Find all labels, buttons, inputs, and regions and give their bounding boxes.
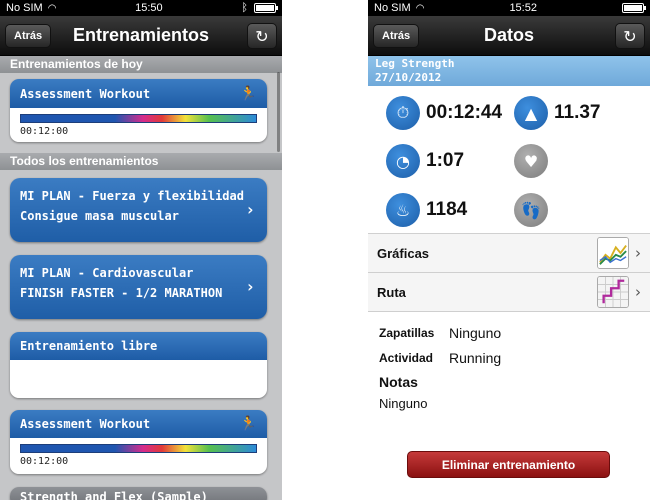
chevron-right-icon: › [635,244,641,262]
battery-icon [254,3,278,13]
wifi-icon: ◠ [47,2,57,14]
clock: 15:50 [135,2,163,14]
page-title: Entrenamientos [72,25,210,45]
metric-steps: 👣 [514,193,548,227]
free-workout-card[interactable]: Entrenamiento libre [10,332,267,398]
heart-icon: ♥ [514,144,548,178]
refresh-icon: ↻ [623,26,637,46]
scrollbar[interactable] [277,72,280,152]
refresh-icon: ↻ [255,26,269,46]
intensity-bar [20,444,257,453]
calories-value: 1184 [426,199,468,220]
details-section: Zapatillas Ninguno Actividad Running Not… [368,312,650,419]
workout-title: Assessment Workout [20,417,151,431]
carrier-label: No SIM [374,2,411,14]
graphs-row[interactable]: Gráficas › [368,234,650,273]
chevron-right-icon: › [245,277,255,296]
road-icon: ▲ [514,96,548,130]
pace-value: 1:07 [426,150,465,171]
metric-time: ⏱ 00:12:44 [386,96,502,130]
metric-pace: ◔ 1:07 [386,144,464,178]
assessment-workout-card[interactable]: Assessment Workout 🏃 00:12:00 [10,410,267,474]
distance-value: 11.37 [554,102,601,123]
plan-subtitle: FINISH FASTER - 1/2 MARATHON [20,286,223,300]
time-value: 00:12:44 [426,102,503,123]
metrics-panel: ⏱ 00:12:44 ▲ 11.37 ◔ 1:07 ♥ ♨ 1184 👣 [368,86,650,234]
workout-title: Assessment Workout [20,86,151,101]
activity-label: Actividad [379,350,434,365]
battery-icon [621,3,646,13]
notes-value: Ninguno [379,396,428,411]
refresh-button[interactable]: ↻ [247,23,277,49]
graphs-label: Gráficas [377,245,430,261]
section-header-all: Todos los entrenamientos [0,153,282,170]
wifi-icon: ◠ [415,2,425,14]
stopwatch-icon: ⏱ [386,96,420,130]
section-header-today: Entrenamientos de hoy [0,56,282,73]
workout-duration: 00:12:00 [20,456,69,467]
page-title: Datos [483,25,534,45]
workout-duration: 00:12:00 [20,126,69,137]
workouts-screen: No SIM ◠ 15:50 ᛒ Atrás Entrenamientos ↻ … [0,0,282,500]
runner-icon: 🏃 [239,85,257,102]
route-row[interactable]: Ruta › [368,273,650,312]
footprints-icon: 👣 [514,193,548,227]
plan-title: MI PLAN - Fuerza y flexibilidad [20,189,244,203]
back-button[interactable]: Atrás [5,24,52,48]
plan-title: MI PLAN - Cardiovascular [20,266,194,280]
chevron-right-icon: › [245,200,255,219]
speedometer-icon: ◔ [386,144,420,178]
shoes-value: Ninguno [449,324,502,341]
nav-bar: Atrás Datos ↻ [368,16,650,56]
status-bar: No SIM ◠ 15:50 ᛒ [0,0,282,16]
route-label: Ruta [377,284,406,300]
flame-icon: ♨ [386,193,420,227]
shoes-label: Zapatillas [379,325,435,340]
carrier-label: No SIM [6,2,43,14]
clock: 15:52 [509,2,537,14]
graph-thumbnail-icon [597,237,629,269]
plan-subtitle: Consigue masa muscular [20,209,179,223]
back-button[interactable]: Atrás [373,24,420,48]
workout-title: Strength and Flex (Sample) [20,490,208,500]
refresh-button[interactable]: ↻ [615,23,645,49]
details-screen: No SIM ◠ 15:52 Atrás Datos ↻ Leg Strengt… [368,0,650,500]
notes-label: Notas [379,374,418,390]
nav-bar: Atrás Entrenamientos ↻ [0,16,282,56]
runner-icon: 🏃 [239,416,257,432]
plan-cardio-card[interactable]: MI PLAN - Cardiovascular FINISH FASTER -… [10,255,267,319]
workout-name: Leg Strength [375,57,455,70]
strength-sample-card[interactable]: Strength and Flex (Sample) [10,487,267,500]
metric-heart: ♥ [514,144,548,178]
delete-workout-button[interactable]: Eliminar entrenamiento [407,451,610,478]
metric-calories: ♨ 1184 [386,193,467,227]
workout-title: Entrenamiento libre [20,339,158,353]
activity-value: Running [449,349,502,366]
workout-date: 27/10/2012 [375,71,442,84]
plan-strength-card[interactable]: MI PLAN - Fuerza y flexibilidad Consigue… [10,178,267,242]
intensity-bar [20,114,257,123]
route-map-icon [597,276,629,308]
metric-distance: ▲ 11.37 [514,96,601,130]
chevron-right-icon: › [635,283,641,301]
workout-info-strip: Leg Strength 27/10/2012 [368,56,650,86]
bluetooth-icon: ᛒ [241,2,248,14]
status-bar: No SIM ◠ 15:52 [368,0,650,16]
today-workout-card[interactable]: Assessment Workout 🏃 00:12:00 [10,79,267,142]
